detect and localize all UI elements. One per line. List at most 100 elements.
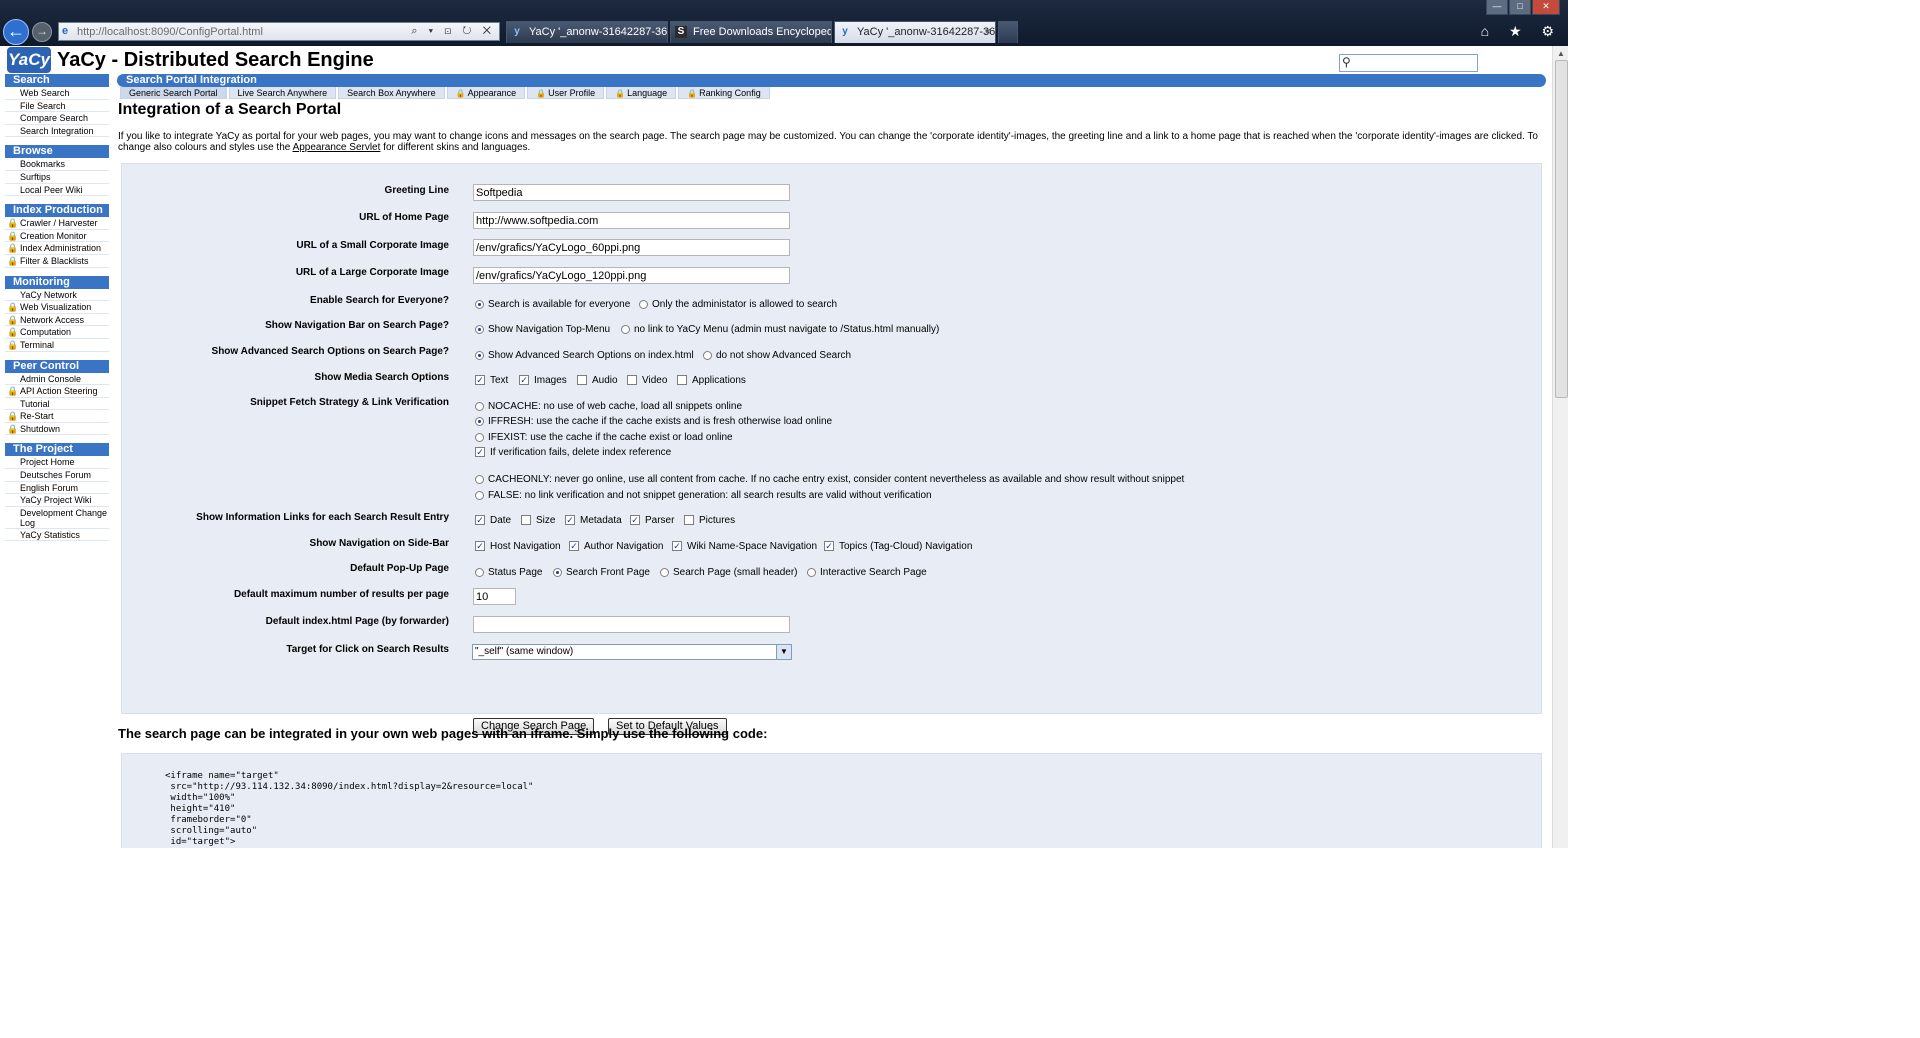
sidebar-item[interactable]: Local Peer Wiki [5,184,109,197]
advanced-show-radio[interactable]: Show Advanced Search Options on index.ht… [475,350,694,361]
subtab[interactable]: 🔒 User Profile [527,87,605,99]
scrollbar-thumb[interactable] [1555,60,1568,398]
top-search-box[interactable]: ⚲ [1339,54,1478,72]
checkbox-checked[interactable]: ✓ [824,541,834,552]
nav-group-heading[interactable]: The Project [5,443,109,457]
index-page-input[interactable] [473,616,790,633]
maximize-icon[interactable]: □ [1509,0,1531,15]
popup-status-radio[interactable]: Status Page [475,567,542,578]
subtab[interactable]: Search Box Anywhere [338,87,445,99]
popup-interactive-radio[interactable]: Interactive Search Page [807,567,927,578]
popup-front-radio[interactable]: Search Front Page [553,567,650,578]
info-metadata-checkbox[interactable]: ✓ Metadata [565,515,622,526]
checkbox-checked[interactable]: ✓ [475,541,485,552]
snippet-cacheonly-radio[interactable]: CACHEONLY: never go online, use all cont… [475,474,1184,485]
subtab[interactable]: 🔒 Language [606,87,677,99]
checkbox-checked[interactable]: ✓ [569,541,579,552]
sidebar-item[interactable]: Web Search [5,87,109,100]
nav-nolink-radio[interactable]: no link to YaCy Menu (admin must navigat… [621,324,939,335]
radio-checked[interactable] [475,324,484,334]
sidebar-item[interactable]: Development Change Log [5,507,109,529]
snippet-nocache-radio[interactable]: NOCACHE: no use of web cache, load all s… [475,401,742,412]
large-image-input[interactable] [473,267,790,284]
radio-unchecked[interactable] [475,432,484,442]
sidebar-item[interactable]: Bookmarks [5,158,109,171]
radio-unchecked[interactable] [807,567,816,577]
radio-checked[interactable] [475,416,484,426]
checkbox-checked[interactable]: ✓ [672,541,682,552]
sidebar-item[interactable]: Tutorial [5,398,109,411]
info-size-checkbox[interactable]: Size [521,515,555,526]
radio-checked[interactable] [475,299,484,309]
subtab[interactable]: 🔒 Ranking Config [678,87,770,99]
forward-arrow-icon[interactable]: → [32,22,52,42]
sidebar-item[interactable]: 🔒 Network Access [5,314,109,327]
author-navigation-checkbox[interactable]: ✓ Author Navigation [569,541,664,552]
sidebar-item[interactable]: Project Home [5,456,109,470]
sidebar-item[interactable]: YaCy Statistics [5,529,109,542]
wiki-navigation-checkbox[interactable]: ✓ Wiki Name-Space Navigation [672,541,817,552]
checkbox-checked[interactable]: ✓ [565,515,575,526]
radio-unchecked[interactable] [475,401,484,411]
appearance-servlet-link[interactable]: Appearance Servlet [293,142,381,153]
sidebar-item[interactable]: Compare Search [5,112,109,125]
checkbox-checked[interactable]: ✓ [475,447,485,458]
checkbox-checked[interactable]: ✓ [519,375,529,386]
radio-checked[interactable] [553,567,562,577]
radio-unchecked[interactable] [475,490,484,500]
sidebar-item[interactable]: Admin Console [5,373,109,386]
info-parser-checkbox[interactable]: ✓ Parser [630,515,674,526]
chevron-down-icon[interactable]: ▼ [776,645,791,659]
radio-unchecked[interactable] [475,567,484,577]
sidebar-item[interactable]: English Forum [5,482,109,495]
snippet-iffresh-radio[interactable]: IFFRESH: use the cache if the cache exis… [475,416,832,427]
sidebar-item[interactable]: File Search [5,100,109,113]
address-bar[interactable]: e ⌕ ▾ ⊡ ↻ ✕ [58,22,500,41]
checkbox-checked[interactable]: ✓ [475,375,485,386]
radio-unchecked[interactable] [475,474,484,484]
target-select[interactable]: "_self" (same window) ▼ [472,644,792,660]
nav-group-heading[interactable]: Peer Control [5,359,109,373]
media-audio-checkbox[interactable]: Audio [577,375,618,386]
address-bar-icons[interactable]: ⌕ ▾ ⊡ ↻ ✕ [411,25,495,38]
nav-group-heading[interactable]: Index Production [5,204,109,218]
search-everyone-radio[interactable]: Search is available for everyone [475,299,630,310]
radio-checked[interactable] [475,350,484,360]
max-results-input[interactable] [473,588,516,605]
subtab[interactable]: Generic Search Portal [120,87,227,99]
sidebar-item[interactable]: 🔒 Terminal [5,339,109,352]
info-date-checkbox[interactable]: ✓ Date [475,515,511,526]
media-images-checkbox[interactable]: ✓ Images [519,375,567,386]
browser-tab-active[interactable]: y YaCy '_anonw-31642287-36'... × [834,21,996,43]
sidebar-item[interactable]: Deutsches Forum [5,469,109,482]
media-text-checkbox[interactable]: ✓ Text [475,375,508,386]
minimize-icon[interactable]: — [1486,0,1508,15]
close-window-icon[interactable]: ✕ [1532,0,1560,15]
sidebar-item[interactable]: 🔒 Shutdown [5,423,109,436]
checkbox-unchecked[interactable] [521,515,531,526]
close-tab-icon[interactable]: × [985,22,991,43]
vertical-scrollbar[interactable]: ▲ [1552,46,1568,848]
home-url-input[interactable] [473,212,790,229]
sidebar-item[interactable]: Search Integration [5,125,109,138]
greeting-input[interactable] [473,184,790,201]
sidebar-item[interactable]: 🔒 Web Visualization [5,301,109,314]
search-admin-radio[interactable]: Only the administator is allowed to sear… [639,299,837,310]
media-applications-checkbox[interactable]: Applications [677,375,746,386]
host-navigation-checkbox[interactable]: ✓ Host Navigation [475,541,561,552]
radio-unchecked[interactable] [703,350,712,360]
media-video-checkbox[interactable]: Video [627,375,667,386]
checkbox-checked[interactable]: ✓ [475,515,485,526]
snippet-false-radio[interactable]: FALSE: no link verification and not snip… [475,490,932,501]
scroll-up-icon[interactable]: ▲ [1557,49,1565,58]
sidebar-item[interactable]: Surftips [5,171,109,184]
checkbox-unchecked[interactable] [627,375,637,386]
top-search-input[interactable] [1356,56,1474,70]
browser-tab[interactable]: y YaCy '_anonw-31642287-36': S... [506,21,668,43]
checkbox-unchecked[interactable] [677,375,687,386]
sidebar-item[interactable]: 🔒 Re-Start [5,410,109,423]
sidebar-item[interactable]: 🔒 Filter & Blacklists [5,255,109,268]
radio-unchecked[interactable] [639,299,648,309]
yacy-logo[interactable]: YaCy [7,47,51,73]
nav-group-heading[interactable]: Browse [5,145,109,159]
